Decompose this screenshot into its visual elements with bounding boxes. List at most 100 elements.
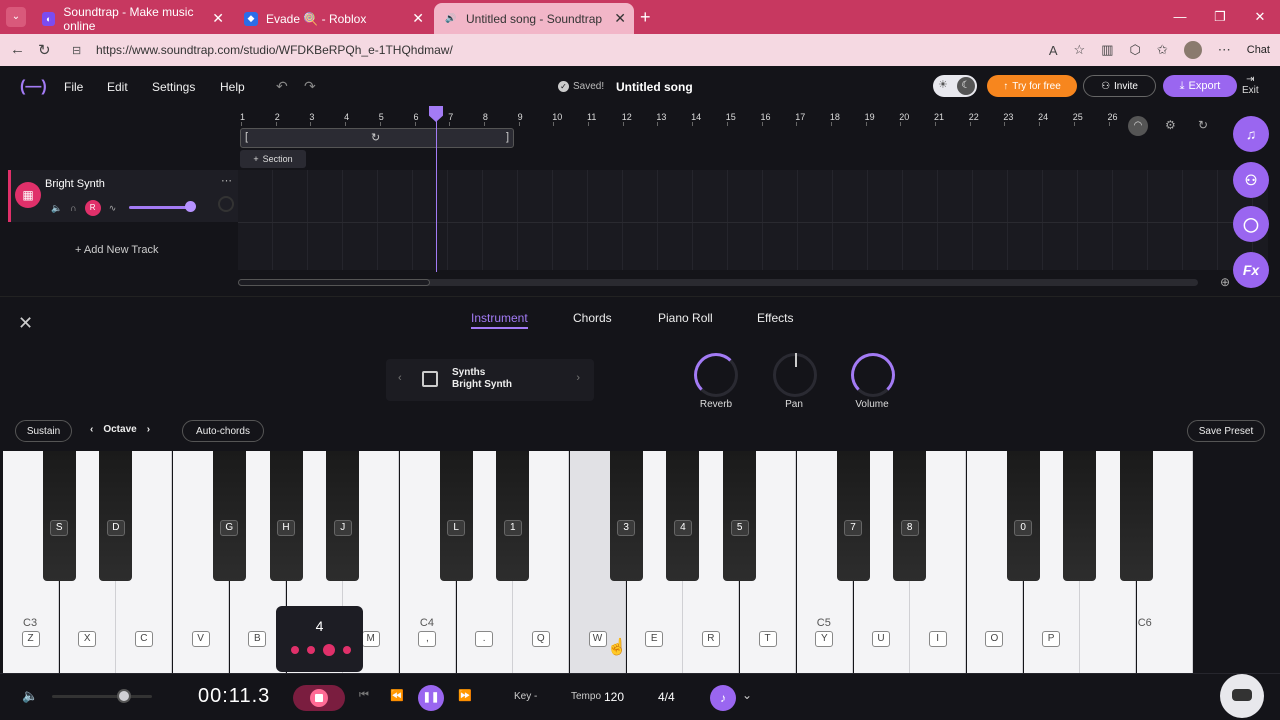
master-volume-slider[interactable] xyxy=(52,695,152,698)
minimize-icon[interactable]: — xyxy=(1160,0,1200,34)
next-instrument-icon[interactable]: › xyxy=(576,372,580,384)
soundtrap-logo[interactable]: (—) xyxy=(20,78,47,96)
fx-icon[interactable]: Fx xyxy=(1233,252,1269,288)
timeline-ruler[interactable]: 1 2 3 4 5 6 7 8 9 10 11 12 13 14 15 16 17 18 19 20 21 22 23 24 2… xyxy=(238,108,1118,126)
octave-up-icon[interactable]: › xyxy=(147,424,150,435)
tempo-value[interactable]: 120 xyxy=(604,690,624,704)
reload-icon[interactable]: ↻ xyxy=(38,41,51,59)
record-arm-button[interactable]: R xyxy=(84,200,101,216)
song-title[interactable]: Untitled song xyxy=(616,80,693,94)
tab-piano-roll[interactable]: Piano Roll xyxy=(658,311,713,325)
close-icon[interactable]: ✕ xyxy=(212,10,224,27)
export-button[interactable]: ⤓ Export xyxy=(1163,75,1237,97)
black-key[interactable]: L xyxy=(439,451,473,581)
black-key[interactable] xyxy=(1120,451,1153,581)
track-more-icon[interactable]: ⋯ xyxy=(221,174,232,187)
black-key[interactable]: J xyxy=(326,451,360,581)
sustain-button[interactable]: Sustain xyxy=(15,420,72,442)
tab-instrument[interactable]: Instrument xyxy=(471,311,528,329)
rewind-icon[interactable]: ⏪ xyxy=(390,689,404,702)
key-value[interactable]: - xyxy=(534,691,537,702)
black-key[interactable]: 4 xyxy=(666,451,700,581)
redo-icon[interactable]: ↷ xyxy=(304,78,316,95)
timeline-scrollbar[interactable] xyxy=(238,279,1198,286)
menu-edit[interactable]: Edit xyxy=(107,80,128,94)
track-volume-handle[interactable] xyxy=(185,201,196,212)
copilot-chat-button[interactable]: Chat xyxy=(1247,44,1270,56)
reverb-knob[interactable] xyxy=(694,353,738,397)
theme-toggle[interactable]: ☀ ☾ xyxy=(933,75,977,97)
tab-chords[interactable]: Chords xyxy=(573,311,612,325)
black-key[interactable]: G xyxy=(212,451,246,581)
mute-icon[interactable]: 🔈 xyxy=(51,203,62,214)
undo-icon[interactable]: ↶ xyxy=(276,78,288,95)
favorite-star-icon[interactable]: ☆ xyxy=(1074,42,1086,58)
black-key[interactable]: 1 xyxy=(496,451,530,581)
add-new-track-button[interactable]: + Add New Track xyxy=(75,244,158,256)
url-field[interactable]: ⊟ https://www.soundtrap.com/studio/WFDKB… xyxy=(64,38,944,62)
master-volume-handle[interactable] xyxy=(117,689,131,703)
instrument-selector[interactable]: ‹ Synths Bright Synth › xyxy=(386,359,594,401)
volume-knob[interactable] xyxy=(851,353,895,397)
black-key[interactable]: D xyxy=(99,451,133,581)
close-icon[interactable]: ✕ xyxy=(412,10,424,27)
try-for-free-button[interactable]: ↑ Try for free xyxy=(987,75,1077,97)
headphones-icon[interactable]: ◠ xyxy=(1128,116,1148,136)
pause-button[interactable]: ❚❚ xyxy=(418,685,444,711)
piano-keyboard[interactable]: ZXCVBNM,.QWERTYUIOPSDGHJL1345780C3C4C5C6 xyxy=(3,451,1277,675)
tab-menu-icon[interactable]: ⌄ xyxy=(6,7,26,27)
auto-chords-button[interactable]: Auto-chords xyxy=(182,420,264,442)
zoom-icon[interactable]: ⊕ xyxy=(1220,275,1230,289)
record-button[interactable] xyxy=(293,685,345,711)
timeline-refresh-icon[interactable]: ↻ xyxy=(1198,118,1208,132)
favorites-icon[interactable]: ✩ xyxy=(1157,42,1168,58)
chat-icon[interactable]: ◯ xyxy=(1233,206,1269,242)
more-icon[interactable]: ⋯ xyxy=(1218,42,1231,58)
close-panel-icon[interactable]: ✕ xyxy=(18,313,33,334)
prev-instrument-icon[interactable]: ‹ xyxy=(398,372,402,384)
browser-tab-soundtrap[interactable]: ◐ Soundtrap - Make music online ✕ xyxy=(32,3,232,34)
black-key[interactable]: 0 xyxy=(1006,451,1040,581)
track-lanes[interactable] xyxy=(238,170,1268,270)
tab-effects[interactable]: Effects xyxy=(757,311,793,325)
site-info-icon[interactable]: ⊟ xyxy=(72,44,86,57)
invite-button[interactable]: ⚇ Invite xyxy=(1083,75,1156,97)
restore-icon[interactable]: ❐ xyxy=(1200,0,1240,34)
extensions-icon[interactable]: ⬡ xyxy=(1129,42,1140,58)
save-preset-button[interactable]: Save Preset xyxy=(1187,420,1265,442)
black-key[interactable]: 7 xyxy=(836,451,870,581)
collab-icon[interactable]: ⚇ xyxy=(1233,162,1269,198)
pan-knob[interactable] xyxy=(773,353,817,397)
black-key[interactable]: 8 xyxy=(893,451,927,581)
loop-icon[interactable]: ↻ xyxy=(371,131,380,144)
timeline-settings-icon[interactable]: ⚙ xyxy=(1165,118,1176,132)
automation-icon[interactable]: ∿ xyxy=(109,203,117,214)
music-icon[interactable]: ♫ xyxy=(1233,116,1269,152)
black-key[interactable]: 3 xyxy=(609,451,643,581)
black-key[interactable]: H xyxy=(269,451,303,581)
window-close-icon[interactable]: ✕ xyxy=(1240,0,1280,34)
close-icon[interactable]: ✕ xyxy=(614,10,626,27)
time-signature[interactable]: 4/4 xyxy=(658,690,675,704)
menu-help[interactable]: Help xyxy=(220,80,245,94)
metronome-icon[interactable]: ♪ xyxy=(710,685,736,711)
scrollbar-thumb[interactable] xyxy=(238,279,430,286)
exit-button[interactable]: ⇥ Exit xyxy=(1242,74,1259,96)
track-volume-slider[interactable] xyxy=(129,206,191,209)
octave-down-icon[interactable]: ‹ xyxy=(90,424,93,435)
browser-tab-untitled-song[interactable]: 🔊 Untitled song - Soundtrap ✕ xyxy=(434,3,634,34)
back-icon[interactable]: ← xyxy=(10,41,25,58)
black-key[interactable] xyxy=(1063,451,1097,581)
loop-region[interactable]: [ ↻ ] xyxy=(240,128,514,148)
support-chat-button[interactable] xyxy=(1220,674,1264,718)
profile-avatar[interactable] xyxy=(1183,41,1202,59)
read-aloud-icon[interactable]: A xyxy=(1049,43,1058,58)
master-volume-icon[interactable]: 🔈 xyxy=(22,688,38,704)
menu-settings[interactable]: Settings xyxy=(152,80,195,94)
solo-headphones-icon[interactable]: ∩ xyxy=(70,203,76,213)
black-key[interactable]: 5 xyxy=(723,451,757,581)
menu-file[interactable]: File xyxy=(64,80,83,94)
fast-forward-icon[interactable]: ⏩ xyxy=(458,689,472,702)
browser-tab-roblox[interactable]: ◆ Evade 🍭 - Roblox ✕ xyxy=(234,3,432,34)
track-header[interactable]: ▦ Bright Synth ⋯ 🔈 ∩ R ∿ xyxy=(8,170,238,222)
